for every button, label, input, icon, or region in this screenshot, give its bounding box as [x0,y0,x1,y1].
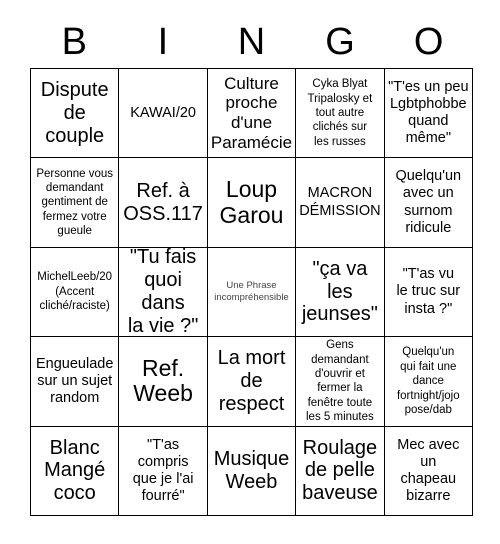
bingo-cell-label: Dispute de couple [40,79,109,147]
bingo-cell-label: Mec avec un chapeau bizarre [397,436,460,504]
bingo-cell-r1c5[interactable]: "T'es un peu Lgbtphobbe quand même" [384,69,473,159]
bingo-cell-label: Culture proche d'une Paramécie [210,73,293,152]
bingo-cell-label: Quelqu'un avec un surnom ridicule [395,168,462,236]
bingo-cell-label: Loup Garou [219,175,284,228]
bingo-cell-label: MACRON DÉMISSION [299,185,381,219]
bingo-header: B I N G O [30,18,473,66]
bingo-cell-label: Une Phrase incompréhensible [214,279,289,303]
header-letter-b: B [61,21,87,63]
bingo-cell-label: La mort de respect [217,347,286,415]
header-letter-g: G [325,21,355,63]
bingo-cell-r3c5[interactable]: "T'as vu le truc sur insta ?" [384,247,473,338]
bingo-cell-label: "T'as vu le truc sur insta ?" [396,266,461,317]
bingo-cell-r2c2[interactable]: Ref. à OSS.117 [119,158,208,248]
bingo-cell-label: Ref. à OSS.117 [123,179,203,225]
bingo-cell-r1c2[interactable]: KAWAI/20 [119,69,208,159]
bingo-cell-label: Roulage de pelle baveuse [302,436,378,505]
bingo-cell-label: Musique Weeb [213,448,290,493]
bingo-cell-label: Quelqu'un qui fait une dance fortnight/j… [396,346,460,416]
bingo-cell-label: Blanc Mangé coco [44,436,106,505]
bingo-cell-r5c4[interactable]: Roulage de pelle baveuse [296,426,385,516]
bingo-cell-label: Engueulade sur un sujet random [35,355,114,406]
bingo-cell-r3c2[interactable]: "Tu fais quoi dans la vie ?" [119,247,208,338]
bingo-cell-r2c4[interactable]: MACRON DÉMISSION [296,158,385,248]
bingo-cell-r4c1[interactable]: Engueulade sur un sujet random [31,337,120,427]
bingo-card: B I N G O Dispute de couple KAWAI/20 Cultu… [0,0,500,544]
bingo-cell-r5c3[interactable]: Musique Weeb [207,426,297,516]
bingo-cell-label: Ref. Weeb [133,354,193,407]
bingo-cell-label: MichelLeeb/20 (Accent cliché/raciste) [37,271,113,313]
bingo-cell-r3c3[interactable]: Une Phrase incompréhensible [207,247,297,338]
bingo-cell-label: KAWAI/20 [130,104,196,121]
bingo-cell-r1c4[interactable]: Cyka Blyat Tripalosky et tout autre clic… [296,69,385,159]
bingo-cell-r2c3[interactable]: Loup Garou [207,158,297,248]
header-letter-i: I [157,21,169,63]
bingo-cell-r5c2[interactable]: "T'as compris que je l'ai fourré" [119,426,208,516]
bingo-cell-r1c1[interactable]: Dispute de couple [31,69,120,159]
bingo-cell-label: "T'as compris que je l'ai fourré" [132,436,194,504]
bingo-cell-label: "ça va les jeunses" [301,257,378,326]
bingo-cell-r5c1[interactable]: Blanc Mangé coco [31,426,120,516]
bingo-cell-r2c1[interactable]: Personne vous demandant gentiment de fer… [31,158,120,248]
bingo-cell-r3c1[interactable]: MichelLeeb/20 (Accent cliché/raciste) [31,247,120,338]
bingo-cell-label: Cyka Blyat Tripalosky et tout autre clic… [307,78,373,148]
bingo-cell-label: Gens demandant d'ouvrir et fermer la fen… [306,339,374,424]
bingo-cell-label: Personne vous demandant gentiment de fer… [36,167,114,238]
header-letter-n: N [237,21,266,63]
bingo-cell-r4c5[interactable]: Quelqu'un qui fait une dance fortnight/j… [384,337,473,427]
header-letter-o: O [413,21,444,63]
bingo-cell-label: "T'es un peu Lgbtphobbe quand même" [388,78,469,147]
bingo-grid: Dispute de couple KAWAI/20 Culture proche … [30,68,473,516]
bingo-cell-r5c5[interactable]: Mec avec un chapeau bizarre [384,426,473,516]
bingo-cell-r3c4[interactable]: "ça va les jeunses" [296,247,385,338]
bingo-cell-label: "Tu fais quoi dans la vie ?" [127,247,199,337]
bingo-cell-r4c4[interactable]: Gens demandant d'ouvrir et fermer la fen… [296,337,385,427]
bingo-cell-r4c2[interactable]: Ref. Weeb [119,337,208,427]
bingo-cell-r1c3[interactable]: Culture proche d'une Paramécie [207,69,297,159]
bingo-cell-r4c3[interactable]: La mort de respect [207,337,297,427]
bingo-cell-r2c5[interactable]: Quelqu'un avec un surnom ridicule [384,158,473,248]
